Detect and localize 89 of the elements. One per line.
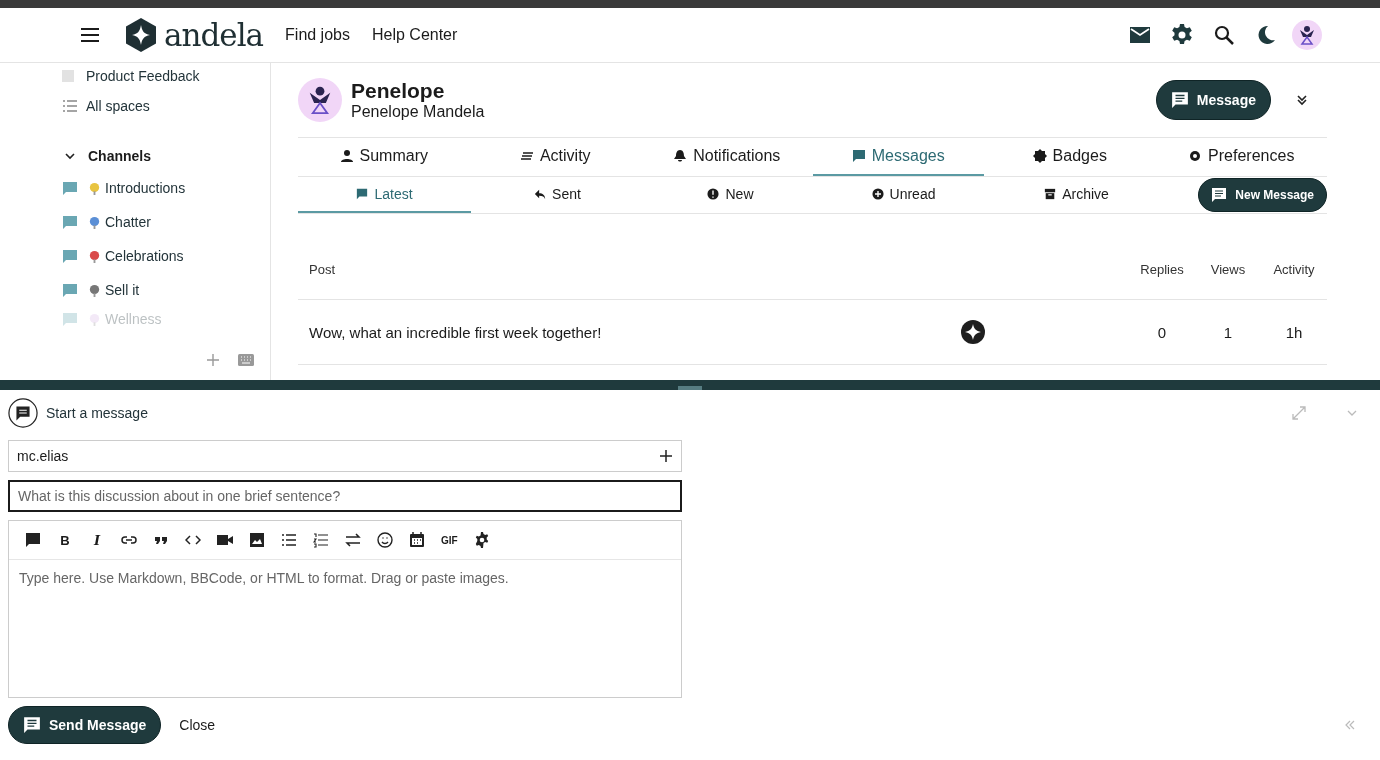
nav-link[interactable]: Find jobs bbox=[285, 26, 350, 44]
table-cell-text: 0 bbox=[1156, 323, 1168, 341]
add-icon[interactable] bbox=[659, 449, 673, 463]
emoji-icon bbox=[88, 249, 101, 263]
nav-link[interactable]: Help Center bbox=[371, 26, 458, 44]
square-icon bbox=[62, 70, 74, 82]
italic-button[interactable]: I bbox=[89, 532, 105, 548]
chat-bubble-icon bbox=[62, 311, 78, 327]
profile-tab[interactable]: Summary bbox=[298, 138, 470, 176]
chat-icon[interactable] bbox=[25, 532, 41, 548]
poster-avatar-icon[interactable] bbox=[961, 320, 985, 344]
chevrons-down-icon[interactable] bbox=[1295, 93, 1309, 107]
channel-item[interactable]: Chatter bbox=[62, 205, 270, 239]
title-input[interactable]: What is this discussion about in one brief sentence? bbox=[8, 480, 682, 512]
emoji-icon bbox=[88, 312, 101, 326]
column-header[interactable]: Replies bbox=[1129, 262, 1195, 277]
profile-tab[interactable]: Badges bbox=[984, 138, 1156, 176]
emoji-icon bbox=[88, 181, 101, 195]
channel-item[interactable]: Celebrations bbox=[62, 239, 270, 273]
channels-header[interactable]: Channels bbox=[62, 145, 270, 167]
chat-circle-icon bbox=[8, 398, 38, 428]
emoji-icon bbox=[88, 215, 101, 229]
chat-bubble-icon bbox=[62, 180, 78, 196]
profile-full-name: Penelope Mandela bbox=[351, 103, 485, 121]
profile-tab[interactable]: Preferences bbox=[1155, 138, 1327, 176]
bold-button[interactable]: B bbox=[57, 532, 73, 548]
table-cell-text: 1h bbox=[1284, 323, 1304, 341]
settings-icon[interactable] bbox=[1170, 23, 1194, 47]
chat-icon bbox=[356, 188, 369, 200]
archive-icon bbox=[1044, 188, 1057, 200]
keyboard-icon[interactable] bbox=[238, 352, 254, 368]
filter-tab[interactable]: New bbox=[644, 177, 817, 213]
send-message-button[interactable]: Send Message bbox=[8, 706, 162, 744]
sidebar-item[interactable]: Product Feedback bbox=[62, 63, 270, 89]
resize-handle-icon[interactable] bbox=[678, 386, 702, 390]
logo-text[interactable]: andela bbox=[164, 17, 264, 53]
message-button[interactable]: Message bbox=[1155, 80, 1271, 120]
image-icon[interactable] bbox=[249, 532, 265, 548]
smile-icon[interactable] bbox=[377, 532, 393, 548]
chat-icon bbox=[1211, 187, 1228, 203]
filter-tab[interactable]: Sent bbox=[471, 177, 644, 213]
badge-icon bbox=[1032, 149, 1047, 163]
chat-icon bbox=[851, 149, 866, 163]
chat-icon bbox=[1170, 91, 1189, 109]
user-icon bbox=[339, 149, 354, 163]
avatar-icon[interactable] bbox=[1292, 20, 1322, 50]
close-link[interactable]: Close bbox=[179, 717, 216, 733]
table-cell-text: 1 bbox=[1222, 323, 1234, 341]
profile-avatar bbox=[298, 78, 342, 122]
filter-tab[interactable]: Archive bbox=[990, 177, 1163, 213]
chat-icon bbox=[23, 716, 41, 734]
column-header[interactable]: Activity bbox=[1261, 262, 1327, 277]
profile-name: Penelope bbox=[351, 79, 446, 103]
filter-tab[interactable]: Unread bbox=[817, 177, 990, 213]
gear-icon[interactable] bbox=[473, 532, 490, 548]
ul-icon[interactable] bbox=[281, 532, 297, 548]
channel-item[interactable]: Introductions bbox=[62, 171, 270, 205]
composer-title: Start a message bbox=[46, 405, 148, 421]
chat-bubble-icon bbox=[62, 248, 78, 264]
lines-icon bbox=[519, 149, 534, 163]
calendar-icon[interactable] bbox=[409, 532, 425, 548]
chat-bubble-icon bbox=[62, 282, 78, 298]
new-message-button[interactable]: New Message bbox=[1198, 178, 1327, 212]
profile-tab[interactable]: Activity bbox=[469, 138, 641, 176]
profile-tab[interactable]: Notifications bbox=[641, 138, 813, 176]
swap-icon[interactable] bbox=[345, 532, 361, 548]
search-icon[interactable] bbox=[1212, 23, 1236, 47]
chevron-icon bbox=[64, 150, 76, 162]
ol-icon[interactable] bbox=[313, 532, 329, 548]
chat-bubble-icon bbox=[62, 214, 78, 230]
message-editor[interactable]: B I GIF Type here. Use Markdown, BBCode, or HTML to format. Drag or paste images. bbox=[8, 520, 682, 698]
gif-button[interactable]: GIF bbox=[441, 534, 458, 546]
column-header[interactable]: Views bbox=[1195, 262, 1261, 277]
logo-icon bbox=[124, 17, 158, 53]
emoji-icon bbox=[88, 283, 101, 297]
topic-title[interactable]: Wow, what an incredible first week together! bbox=[298, 323, 961, 341]
recipient-field[interactable]: mc.elias bbox=[8, 440, 682, 472]
column-header[interactable]: Post bbox=[298, 262, 1129, 277]
list-icon bbox=[62, 98, 78, 114]
video-icon[interactable] bbox=[217, 532, 233, 548]
bell-icon bbox=[673, 149, 688, 163]
sidebar-item[interactable]: All spaces bbox=[62, 89, 270, 123]
reply-icon bbox=[534, 188, 547, 200]
gear-icon bbox=[1188, 149, 1203, 163]
alert-icon bbox=[707, 188, 720, 200]
channel-item[interactable]: Sell it bbox=[62, 273, 270, 307]
plus-icon bbox=[871, 188, 884, 200]
filter-tab[interactable]: Latest bbox=[298, 177, 471, 213]
profile-tab[interactable]: Messages bbox=[812, 138, 984, 176]
